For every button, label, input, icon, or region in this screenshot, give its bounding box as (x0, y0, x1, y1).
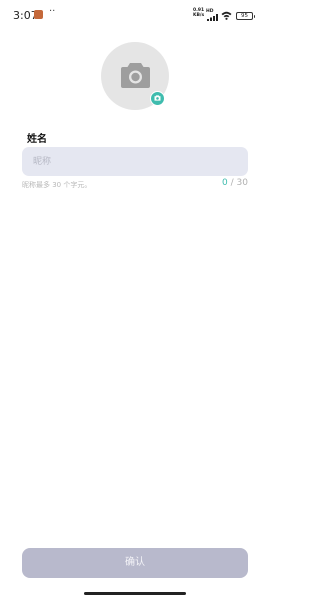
notification-app-icon (34, 10, 43, 19)
camera-icon (154, 95, 160, 101)
name-label: 姓名 (27, 134, 47, 145)
network-speed-unit: KB/s (193, 12, 205, 18)
character-counter: 0 / 30 (222, 178, 248, 188)
nickname-input[interactable] (22, 147, 248, 176)
more-notifications-dots: ·· (49, 6, 56, 17)
camera-icon (121, 63, 150, 88)
character-count-max: 30 (236, 178, 248, 188)
battery-icon: 95 (236, 12, 255, 20)
change-photo-badge[interactable] (150, 91, 165, 106)
signal-icon (207, 14, 218, 21)
confirm-button[interactable]: 确认 (22, 548, 248, 578)
home-indicator[interactable] (84, 592, 186, 595)
status-bar: 3:07 ·· 0.91 KB/s HD 95 (0, 0, 270, 30)
nickname-hint: 昵称最多 30 个字元。 (22, 181, 92, 189)
network-speed: 0.91 KB/s (193, 8, 205, 18)
character-count-separator: / (227, 178, 237, 188)
wifi-icon (221, 11, 232, 20)
